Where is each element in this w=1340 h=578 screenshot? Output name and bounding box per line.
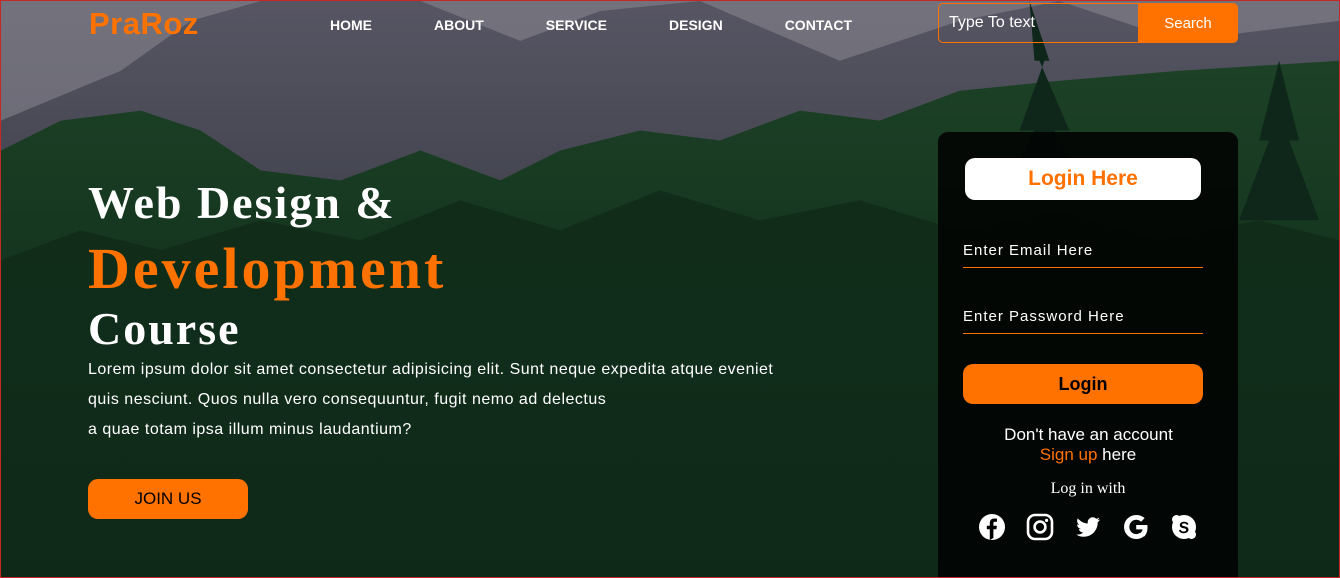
- signup-suffix: here: [1097, 445, 1137, 464]
- nav-contact-link[interactable]: CONTACT: [766, 16, 871, 34]
- hero-title-line3: Course: [88, 303, 241, 354]
- hero-title-highlight: Development: [88, 236, 447, 301]
- join-us-button[interactable]: JOIN US: [88, 479, 248, 519]
- search-input[interactable]: [938, 3, 1138, 43]
- hero-description-line2: quis nesciunt. Quos nulla vero consequun…: [88, 391, 607, 408]
- google-icon[interactable]: [1122, 513, 1150, 541]
- hero-title: Web Design & Development Course: [88, 177, 868, 355]
- login-form-title: Login Here: [965, 158, 1201, 200]
- hero-section: Web Design & Development Course Lorem ip…: [88, 177, 868, 445]
- search-bar: Search: [938, 3, 1238, 43]
- hero-title-line1: Web Design &: [88, 177, 396, 228]
- login-button[interactable]: Login: [963, 364, 1203, 404]
- skype-icon[interactable]: [1170, 513, 1198, 541]
- main-nav: HOME ABOUT SERVICE DESIGN CONTACT: [311, 16, 871, 34]
- hero-description: Lorem ipsum dolor sit amet consectetur a…: [88, 355, 868, 445]
- twitter-icon[interactable]: [1074, 513, 1102, 541]
- signup-prompt: Don't have an account Sign up here: [938, 425, 1238, 465]
- nav-home-link[interactable]: HOME: [311, 16, 391, 34]
- instagram-icon[interactable]: [1026, 513, 1054, 541]
- nav-about-link[interactable]: ABOUT: [415, 16, 503, 34]
- no-account-text: Don't have an account: [1004, 425, 1173, 444]
- facebook-icon[interactable]: [978, 513, 1006, 541]
- email-field[interactable]: [963, 234, 1203, 268]
- search-button[interactable]: Search: [1138, 3, 1238, 43]
- hero-description-line1: Lorem ipsum dolor sit amet consectetur a…: [88, 361, 774, 378]
- login-form: Login Here Login Don't have an account S…: [938, 132, 1238, 577]
- brand-logo[interactable]: PraRoz: [89, 6, 199, 42]
- hero-description-line3: a quae totam ipsa illum minus laudantium…: [88, 421, 412, 438]
- nav-design-link[interactable]: DESIGN: [650, 16, 742, 34]
- signup-link[interactable]: Sign up: [1040, 445, 1098, 464]
- nav-service-link[interactable]: SERVICE: [527, 16, 626, 34]
- page: PraRoz HOME ABOUT SERVICE DESIGN CONTACT…: [0, 0, 1340, 578]
- password-field[interactable]: [963, 300, 1203, 334]
- log-in-with-label: Log in with: [1050, 480, 1126, 497]
- social-login-icons: [978, 513, 1198, 541]
